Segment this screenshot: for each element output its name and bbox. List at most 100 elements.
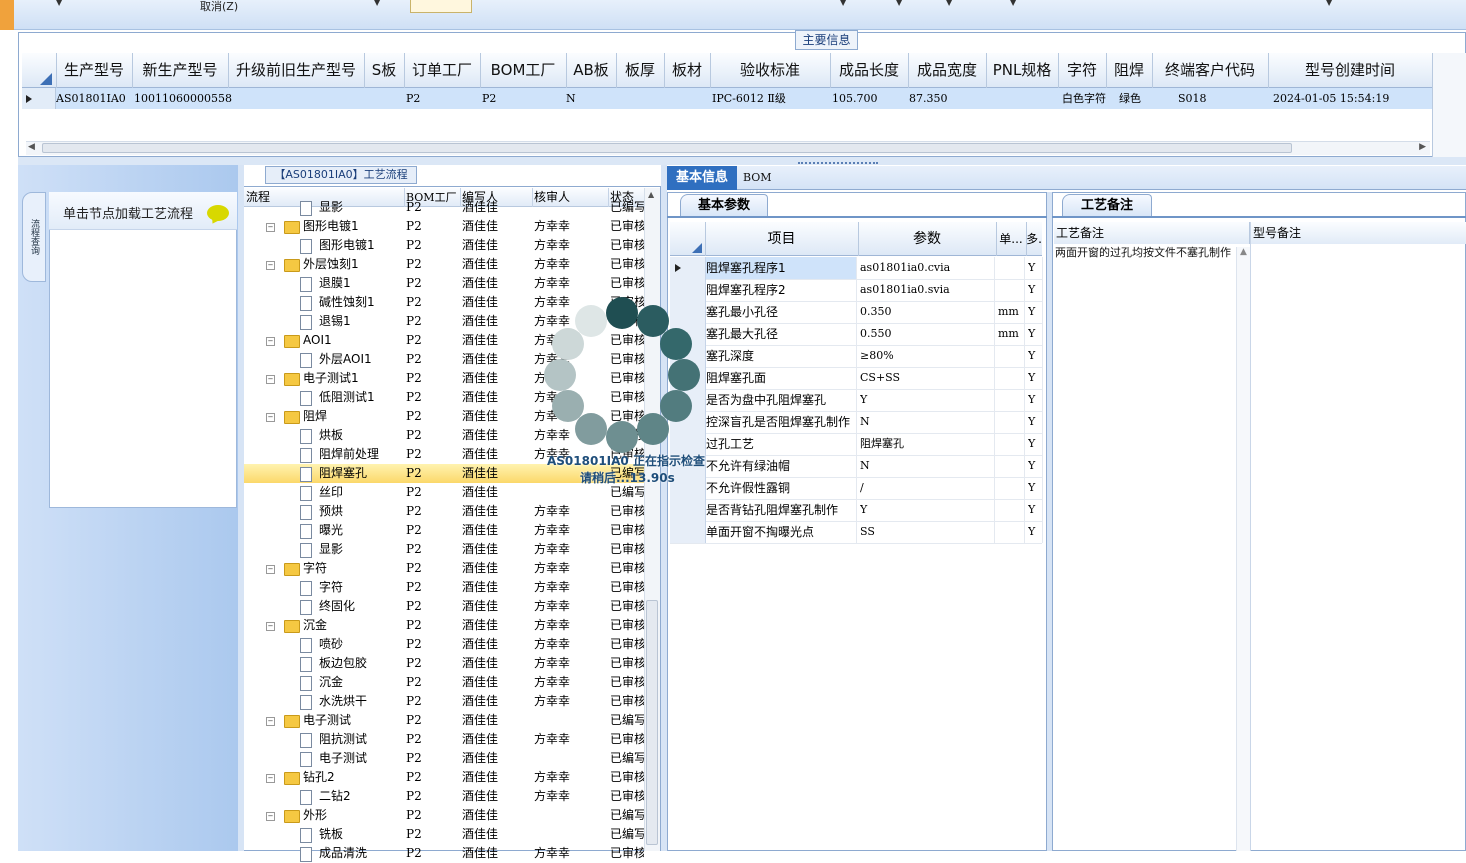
params-row[interactable]: 控深盲孔是否阻焊塞孔制作 N Y <box>670 411 1043 434</box>
dropdown-arrow-icon[interactable]: ▼ <box>946 0 952 7</box>
tab-process-notes[interactable]: 工艺备注 <box>1062 194 1152 216</box>
grid-corner[interactable] <box>670 222 706 256</box>
params-row[interactable]: 不允许假性露铜 / Y <box>670 477 1043 500</box>
chat-bubble-icon[interactable] <box>207 205 229 221</box>
params-cell-value[interactable]: / <box>860 477 995 499</box>
params-cell-value[interactable]: ≥80% <box>860 345 995 367</box>
col-header[interactable]: 新生产型号 <box>132 53 229 88</box>
tree-row[interactable]: 阻抗测试 P2 酒佳佳 方幸幸 已审核 <box>244 730 644 749</box>
tab-bom[interactable]: BOM <box>743 166 783 190</box>
tree-row[interactable]: 低阻测试1 P2 酒佳佳 方幸幸 已审核 <box>244 388 644 407</box>
params-col-header[interactable]: 单... <box>996 222 1027 256</box>
params-row[interactable]: 塞孔深度 ≥80% Y <box>670 345 1043 368</box>
row-indicator[interactable] <box>670 301 706 323</box>
notes-vscrollbar[interactable]: ▲ <box>1236 247 1250 851</box>
col-header[interactable]: 生产型号 <box>56 53 133 88</box>
col-header[interactable]: 终端客户代码 <box>1152 53 1269 88</box>
scroll-thumb[interactable] <box>42 143 1292 153</box>
collapse-icon[interactable]: − <box>266 565 275 574</box>
col-header[interactable]: PNL规格 <box>986 53 1059 88</box>
row-indicator[interactable] <box>670 279 706 301</box>
horizontal-splitter[interactable] <box>18 157 1466 165</box>
col-header[interactable]: AB板 <box>566 53 617 88</box>
col-header[interactable]: 验收标准 <box>710 53 831 88</box>
tree-row[interactable]: 沉金 P2 酒佳佳 方幸幸 已审核 <box>244 673 644 692</box>
tree-row[interactable]: 铣板 P2 酒佳佳 已编写 <box>244 825 644 844</box>
tree-row[interactable]: 字符 P2 酒佳佳 方幸幸 已审核 <box>244 578 644 597</box>
tree-row[interactable]: 曝光 P2 酒佳佳 方幸幸 已审核 <box>244 521 644 540</box>
tree-row[interactable]: 喷砂 P2 酒佳佳 方幸幸 已审核 <box>244 635 644 654</box>
row-indicator[interactable] <box>670 499 706 521</box>
dropdown-arrow-icon[interactable]: ▼ <box>840 0 846 7</box>
tree-row[interactable]: 退膜1 P2 酒佳佳 方幸幸 已审核 <box>244 274 644 293</box>
params-col-header[interactable]: 多. <box>1026 222 1042 256</box>
scroll-thumb[interactable] <box>646 600 658 845</box>
collapse-icon[interactable]: − <box>266 812 275 821</box>
grid-corner[interactable] <box>22 53 57 88</box>
col-header[interactable]: 板材 <box>664 53 711 88</box>
tree-row[interactable]: 水洗烘干 P2 酒佳佳 方幸幸 已审核 <box>244 692 644 711</box>
params-row[interactable]: 是否背钻孔阻焊塞孔制作 Y Y <box>670 499 1043 522</box>
collapse-icon[interactable]: − <box>266 337 275 346</box>
col-header[interactable]: 板厚 <box>616 53 665 88</box>
tree-row[interactable]: −电子测试1P2酒佳佳方幸幸已审核 <box>244 369 644 388</box>
params-col-header[interactable]: 项目 <box>705 222 859 256</box>
params-row[interactable]: 阻焊塞孔程序2 as01801ia0.svia Y <box>670 279 1043 302</box>
collapse-icon[interactable]: − <box>266 774 275 783</box>
col-header[interactable]: 升级前旧生产型号 <box>228 53 365 88</box>
col-header[interactable]: S板 <box>364 53 405 88</box>
params-row[interactable]: 过孔工艺 阻焊塞孔 Y <box>670 433 1043 456</box>
tree-row[interactable]: 电子测试 P2 酒佳佳 已编写 <box>244 749 644 768</box>
col-header[interactable]: 成品长度 <box>830 53 909 88</box>
params-row[interactable]: 阻焊塞孔面 CS+SS Y <box>670 367 1043 390</box>
collapse-icon[interactable]: − <box>266 622 275 631</box>
tree-row[interactable]: 显影 P2 酒佳佳 已编写 <box>244 198 644 217</box>
col-header[interactable]: 阻焊 <box>1106 53 1153 88</box>
dropdown-arrow-icon[interactable]: ▼ <box>1326 0 1332 7</box>
params-cell-value[interactable]: Y <box>860 499 995 521</box>
params-row[interactable]: 是否为盘中孔阻焊塞孔 Y Y <box>670 389 1043 412</box>
col-header[interactable]: BOM工厂 <box>480 53 567 88</box>
col-header[interactable]: 字符 <box>1058 53 1107 88</box>
tab-basic-info[interactable]: 基本信息 <box>667 166 737 190</box>
row-indicator[interactable] <box>670 257 706 279</box>
tab-basic-params[interactable]: 基本参数 <box>680 194 768 216</box>
params-cell-value[interactable]: as01801ia0.svia <box>860 279 995 301</box>
dropdown-arrow-icon[interactable]: ▼ <box>56 0 62 7</box>
vertical-splitter[interactable] <box>238 165 244 851</box>
scroll-right-icon[interactable]: ▶ <box>1419 142 1426 152</box>
collapse-icon[interactable]: − <box>266 223 275 232</box>
collapse-icon[interactable]: − <box>266 375 275 384</box>
params-cell-value[interactable]: as01801ia0.cvia <box>860 257 995 279</box>
tree-row[interactable]: 二钻2 P2 酒佳佳 方幸幸 已审核 <box>244 787 644 806</box>
tree-row[interactable]: 板边包胶 P2 酒佳佳 方幸幸 已审核 <box>244 654 644 673</box>
tree-row[interactable]: 终固化 P2 酒佳佳 方幸幸 已审核 <box>244 597 644 616</box>
col-header[interactable]: 型号创建时间 <box>1268 53 1433 88</box>
params-cell-value[interactable]: Y <box>860 389 995 411</box>
params-cell-value[interactable]: 阻焊塞孔 <box>860 433 995 455</box>
query-flow-tab[interactable]: 流程查询 <box>22 192 46 282</box>
collapse-icon[interactable]: − <box>266 717 275 726</box>
dropdown-arrow-icon[interactable]: ▼ <box>1010 0 1016 7</box>
tree-row[interactable]: 图形电镀1 P2 酒佳佳 方幸幸 已审核 <box>244 236 644 255</box>
tree-row[interactable]: − 电子测试 P2 酒佳佳 已编写 <box>244 711 644 730</box>
params-cell-value[interactable]: 0.350 <box>860 301 995 323</box>
scroll-left-icon[interactable]: ◀ <box>28 142 35 152</box>
params-row[interactable]: 单面开窗不掏曝光点 SS Y <box>670 521 1043 544</box>
tree-row[interactable]: 预烘 P2 酒佳佳 方幸幸 已审核 <box>244 502 644 521</box>
tree-row[interactable]: 外层AOI1 P2 酒佳佳 方幸幸 已审核 <box>244 350 644 369</box>
tree-row[interactable]: − 沉金 P2 酒佳佳 方幸幸 已审核 <box>244 616 644 635</box>
tree-row[interactable]: 成品清洗 P2 酒佳佳 方幸幸 已审核 <box>244 844 644 863</box>
scroll-up-icon[interactable]: ▲ <box>1240 247 1247 257</box>
row-indicator[interactable] <box>670 521 706 543</box>
params-row[interactable]: 阻焊塞孔程序1 as01801ia0.cvia Y <box>670 257 1043 280</box>
params-row[interactable]: 塞孔最小孔径 0.350 mm Y <box>670 301 1043 324</box>
dropdown-arrow-icon[interactable]: ▼ <box>374 0 380 7</box>
collapse-icon[interactable]: − <box>266 413 275 422</box>
toolbar-combo[interactable] <box>410 0 472 13</box>
params-row[interactable]: 塞孔最大孔径 0.550 mm Y <box>670 323 1043 346</box>
col-header[interactable]: 成品宽度 <box>908 53 987 88</box>
tree-row[interactable]: − 外形 P2 酒佳佳 已编写 <box>244 806 644 825</box>
tree-row[interactable]: 显影 P2 酒佳佳 方幸幸 已审核 <box>244 540 644 559</box>
process-notes-text[interactable]: 两面开窗的过孔均按文件不塞孔制作 <box>1055 247 1233 259</box>
